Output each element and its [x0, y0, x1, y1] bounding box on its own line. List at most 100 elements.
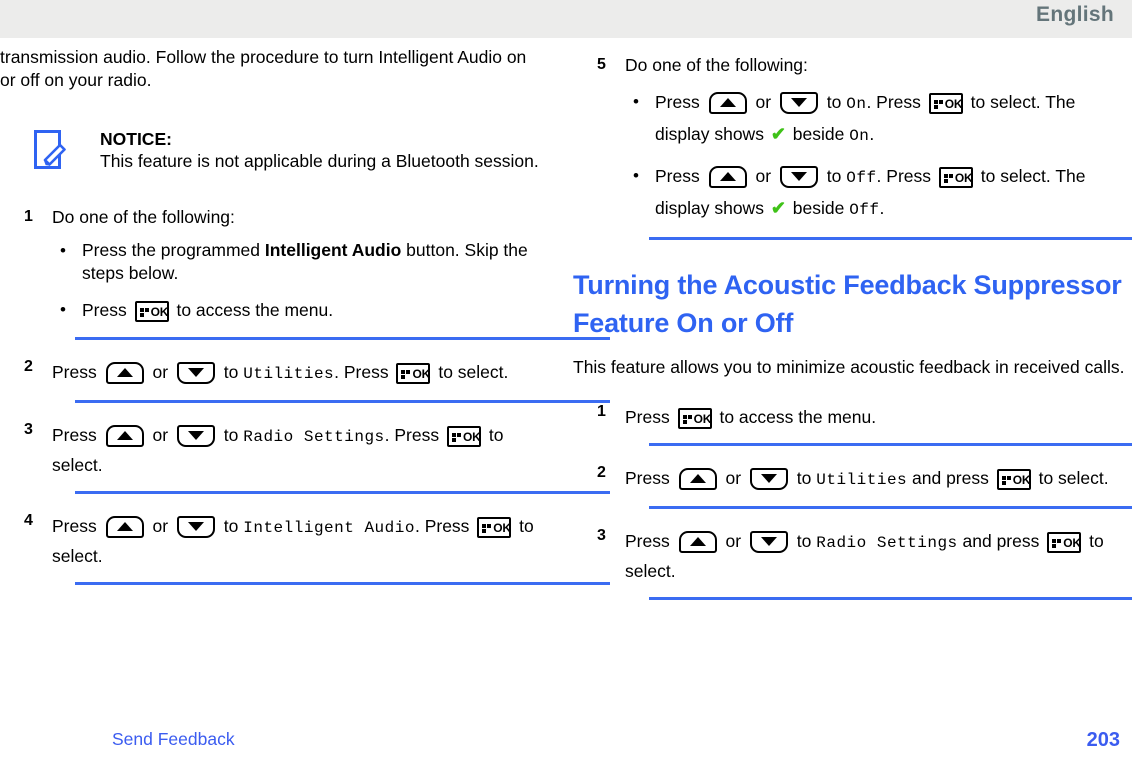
menu-ok-key-icon: OK	[928, 92, 963, 114]
text-press: Press	[52, 362, 102, 382]
step-divider	[75, 400, 610, 403]
scroll-down-key-icon	[176, 425, 215, 448]
text-or: or	[147, 516, 173, 536]
text-press2: . Press	[334, 362, 394, 382]
scroll-up-key-icon	[708, 92, 747, 115]
text-press: Press	[655, 92, 705, 112]
header-language-label: English	[1036, 3, 1114, 26]
menu-option-name: On	[849, 127, 870, 145]
scroll-down-key-icon	[749, 531, 788, 554]
text-press: Press	[625, 468, 675, 488]
scroll-down-key-icon	[779, 92, 818, 115]
section-step-3: 3 Press or to Radio Settings and press O…	[573, 527, 1132, 600]
text-select: to select.	[1033, 468, 1109, 488]
section-step-1: 1 Press OK to access the menu.	[573, 403, 1132, 446]
scroll-up-key-icon	[708, 166, 747, 189]
scroll-down-key-icon	[779, 166, 818, 189]
notice-text: This feature is not applicable during a …	[100, 151, 539, 171]
text-to: to	[821, 166, 847, 186]
scroll-down-key-icon	[749, 468, 788, 491]
text-press2: . Press	[414, 516, 475, 536]
menu-ok-key-icon: OK	[677, 407, 712, 429]
list-item: • Press the programmed Intelligent Audio…	[52, 239, 556, 285]
step-1-bullets: • Press the programmed Intelligent Audio…	[52, 239, 556, 325]
section-heading: Turning the Acoustic Feedback Suppressor…	[573, 270, 1122, 338]
menu-option-name: On	[846, 95, 867, 113]
menu-ok-key-icon: OK	[134, 300, 169, 322]
menu-option-name: Off	[846, 169, 877, 187]
left-column: transmission audio. Follow the procedure…	[0, 46, 610, 585]
step-divider	[75, 337, 610, 340]
text-and-press: and press	[907, 468, 994, 488]
text-or: or	[720, 468, 746, 488]
step-divider	[75, 582, 610, 585]
step-text: Press or to Intelligent Audio. Press OK …	[52, 512, 556, 570]
text-period: .	[879, 198, 885, 218]
text-beside: beside	[787, 124, 850, 144]
step-lead-text: Do one of the following:	[52, 207, 235, 227]
step-divider	[649, 443, 1132, 446]
list-item: • Press or to On. Press OK to select. Th…	[625, 87, 1129, 151]
scroll-up-key-icon	[678, 531, 717, 554]
bullet-dot-icon: •	[633, 166, 639, 185]
bullet-text-post: to access the menu.	[171, 300, 334, 320]
text-to: to	[218, 425, 244, 445]
scroll-up-key-icon	[105, 425, 144, 448]
bullet-text-pre: Press	[82, 300, 132, 320]
step-5-bullets: • Press or to On. Press OK to select. Th…	[625, 87, 1129, 225]
step-3: 3 Press or to Radio Settings. Press OK t…	[0, 421, 610, 494]
list-item: • Press OK to access the menu.	[52, 295, 556, 325]
scroll-up-key-icon	[678, 468, 717, 491]
bullet-dot-icon: •	[633, 92, 639, 111]
menu-ok-key-icon: OK	[446, 425, 481, 447]
step-text: Press or to Radio Settings and press OK …	[625, 527, 1129, 585]
text-select: to select.	[433, 362, 509, 382]
text-or: or	[147, 425, 173, 445]
menu-ok-key-icon: OK	[477, 516, 512, 538]
step-4: 4 Press or to Intelligent Audio. Press O…	[0, 512, 610, 585]
bullet-text-pre: Press the programmed	[82, 240, 265, 260]
step-number: 4	[24, 512, 33, 529]
step-number: 1	[597, 403, 606, 420]
text-or: or	[720, 531, 746, 551]
step-text: Press or to Utilities. Press OK to selec…	[52, 358, 556, 388]
step-divider	[75, 491, 610, 494]
bullet-dot-icon: •	[60, 241, 66, 260]
text-press2: . Press	[384, 425, 444, 445]
intro-paragraph: transmission audio. Follow the procedure…	[0, 47, 527, 90]
menu-item-name: Radio Settings	[243, 428, 385, 446]
step-text: Press or to Utilities and press OK to se…	[625, 464, 1129, 494]
send-feedback-link[interactable]: Send Feedback	[112, 728, 235, 750]
step-divider	[649, 506, 1132, 509]
text-press2: . Press	[876, 166, 936, 186]
scroll-down-key-icon	[176, 362, 215, 385]
step-number: 2	[597, 464, 606, 481]
text-period: .	[869, 124, 875, 144]
step-number: 5	[597, 56, 606, 73]
menu-ok-key-icon: OK	[996, 468, 1031, 490]
text-access-menu: to access the menu.	[714, 407, 877, 427]
document-page: English transmission audio. Follow the p…	[0, 0, 1132, 762]
text-or: or	[750, 166, 776, 186]
text-to: to	[791, 468, 817, 488]
list-item: • Press or to Off. Press OK to select. T…	[625, 161, 1129, 225]
step-number: 1	[24, 208, 33, 225]
text-to: to	[218, 516, 244, 536]
text-press: Press	[52, 516, 102, 536]
step-number: 3	[597, 527, 606, 544]
step-text: Press or to Radio Settings. Press OK to …	[52, 421, 556, 479]
text-press2: . Press	[866, 92, 926, 112]
text-press: Press	[52, 425, 102, 445]
step-number: 2	[24, 358, 33, 375]
page-header-band: English	[0, 0, 1132, 38]
text-press: Press	[625, 407, 675, 427]
notice-block: NOTICE: This feature is not applicable d…	[0, 128, 560, 188]
step-number: 3	[24, 421, 33, 438]
text-to: to	[218, 362, 244, 382]
menu-ok-key-icon: OK	[1047, 531, 1082, 553]
text-or: or	[750, 92, 776, 112]
section-intro-paragraph: This feature allows you to minimize acou…	[573, 357, 1125, 377]
bullet-text-bold: Intelligent Audio	[264, 240, 402, 260]
notice-title: NOTICE:	[100, 129, 172, 149]
step-5: 5 Do one of the following: • Press or to…	[573, 54, 1132, 240]
